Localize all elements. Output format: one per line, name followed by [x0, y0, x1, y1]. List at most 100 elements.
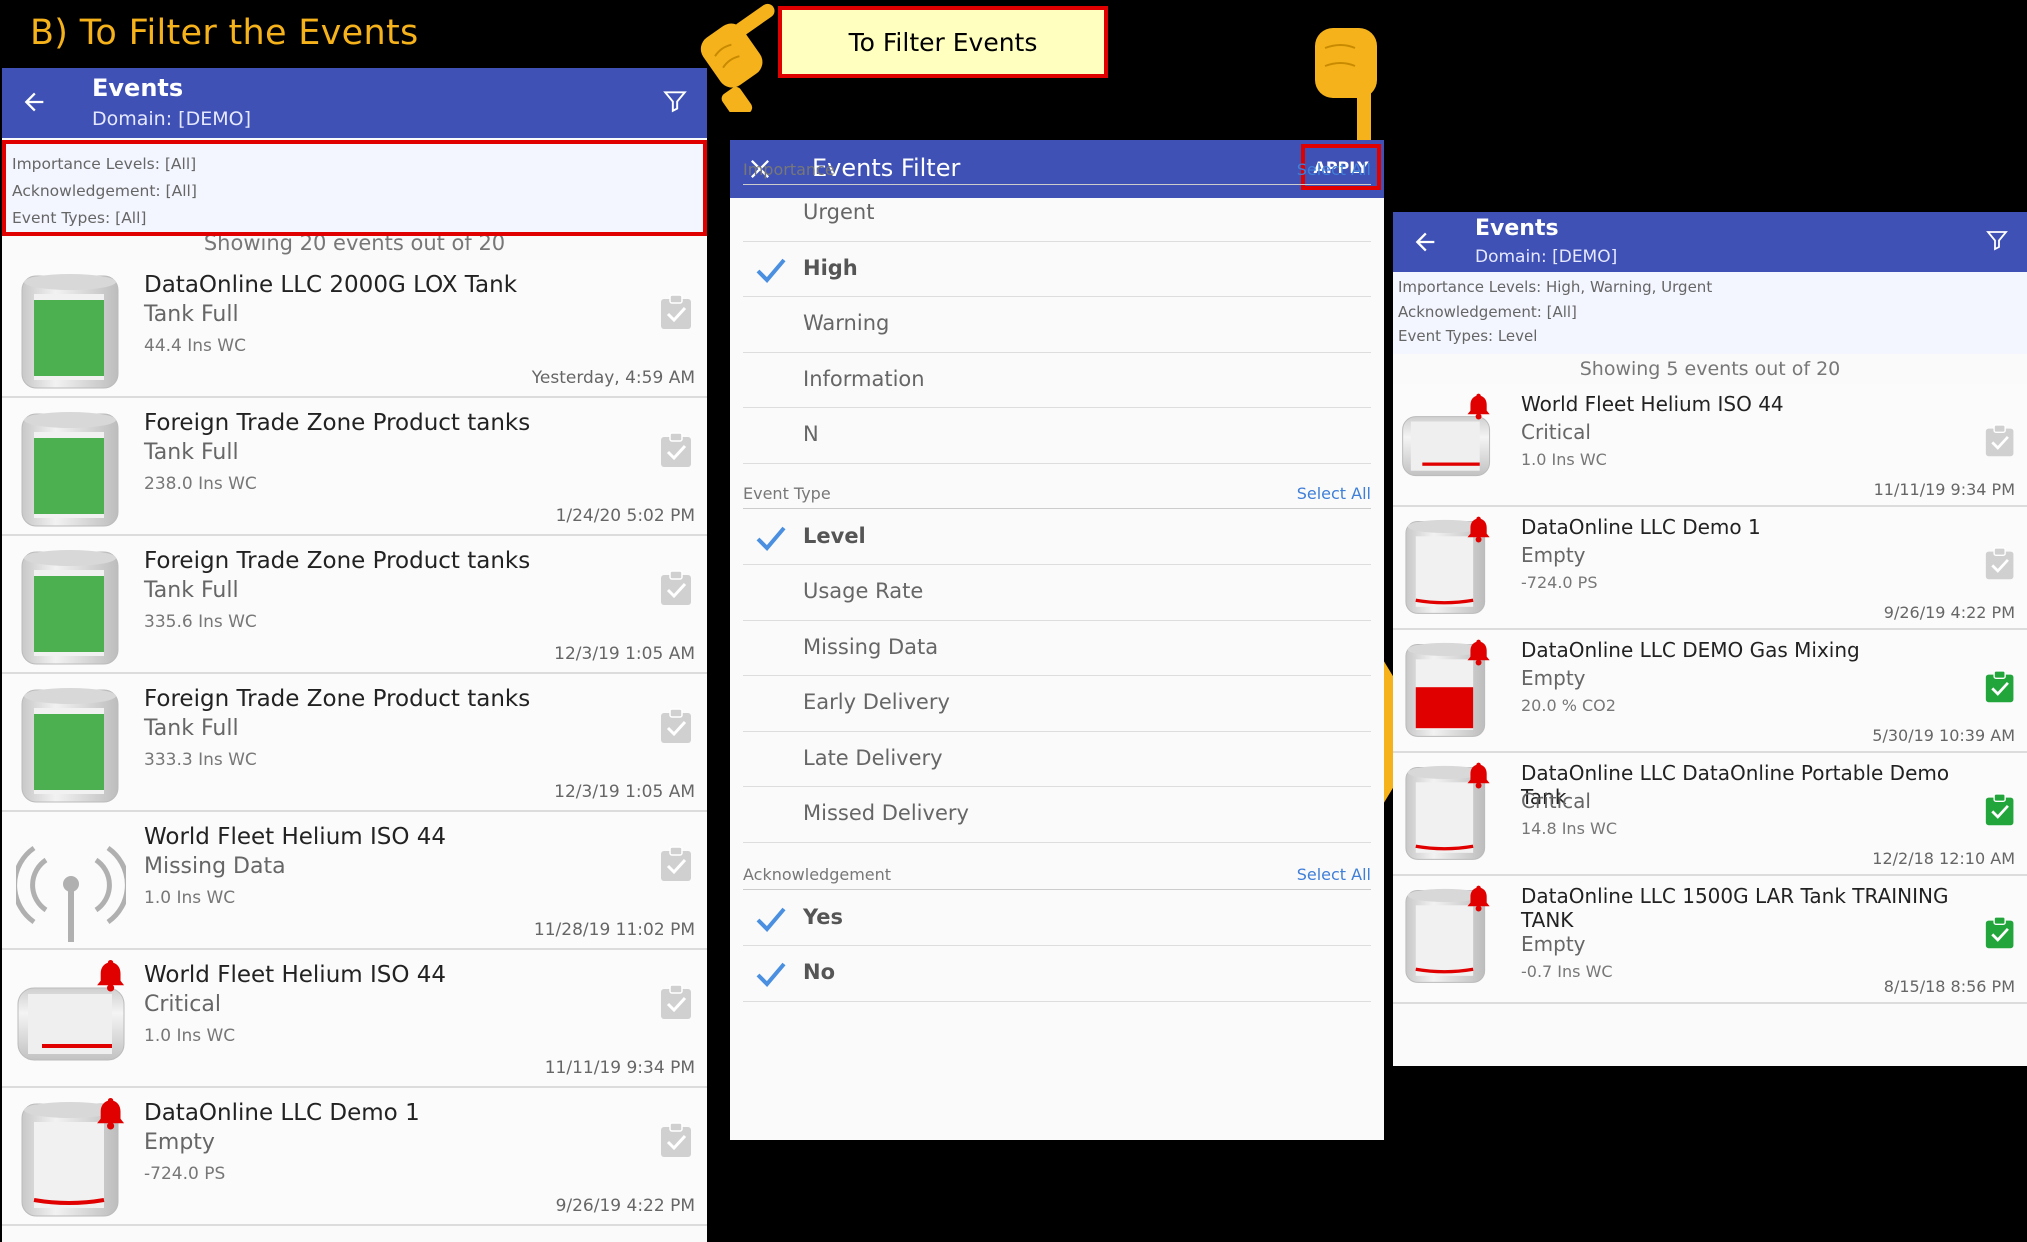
screen-title: Events	[92, 74, 184, 102]
filter-option[interactable]: High	[743, 242, 1371, 297]
acknowledge-icon[interactable]	[1984, 547, 2015, 584]
filter-option[interactable]: Yes	[743, 891, 1371, 946]
event-timestamp: 11/11/19 9:34 PM	[544, 1058, 695, 1078]
filter-option[interactable]: Information	[743, 353, 1371, 408]
acknowledge-icon[interactable]	[1984, 670, 2015, 707]
event-row[interactable]: Foreign Trade Zone Product tanks Tank Ful…	[2, 674, 707, 812]
event-site-name: World Fleet Helium ISO 44	[144, 824, 447, 850]
event-row[interactable]: DataOnline LLC Demo 1 Empty -724.0 PS 9/26/…	[1393, 507, 2027, 630]
filter-summary: Importance Levels: [All] Acknowledgement…	[2, 140, 707, 236]
back-arrow-icon[interactable]	[20, 88, 48, 116]
event-status: Empty	[144, 1130, 215, 1155]
event-timestamp: 11/28/19 11:02 PM	[533, 920, 695, 940]
filter-option-label: Information	[803, 366, 925, 391]
event-row[interactable]: DataOnline LLC Demo 1 Empty -724.0 PS 9/26/…	[2, 1088, 707, 1226]
select-all-link[interactable]: Select All	[1297, 160, 1371, 179]
filter-icon[interactable]	[1985, 228, 2009, 252]
green-tank-icon	[16, 544, 126, 672]
event-reading: 20.0 % CO2	[1521, 696, 1616, 715]
check-icon	[756, 526, 786, 551]
event-site-name: DataOnline LLC DEMO Gas Mixing	[1521, 638, 1860, 662]
acknowledge-icon[interactable]	[659, 984, 693, 1024]
event-timestamp: 12/3/19 1:05 AM	[554, 644, 695, 664]
domain-label: Domain: [DEMO]	[92, 108, 251, 130]
filter-icon[interactable]	[662, 88, 688, 114]
events-filter-dialog: Events Filter APPLY Importance Select All…	[730, 140, 1384, 1140]
filter-option[interactable]: Late Delivery	[743, 732, 1371, 787]
check-icon	[756, 907, 786, 932]
filter-importance-line: Importance Levels: [All]	[12, 155, 197, 173]
event-timestamp: 9/26/19 4:22 PM	[555, 1196, 695, 1216]
tutorial-heading: B) To Filter the Events	[30, 13, 419, 53]
filter-option[interactable]: Level	[743, 510, 1371, 565]
acknowledge-icon[interactable]	[659, 846, 693, 886]
filter-option[interactable]: N	[743, 408, 1371, 464]
event-status: Critical	[1521, 420, 1591, 444]
event-status: Tank Full	[144, 302, 239, 327]
filter-option-label: High	[803, 255, 858, 280]
event-row[interactable]: Foreign Trade Zone Product tanks Tank Ful…	[2, 398, 707, 536]
acknowledge-icon[interactable]	[659, 708, 693, 748]
event-site-name: DataOnline LLC 1500G LAR Tank TRAINING T…	[1521, 884, 1949, 932]
green-tank-icon	[16, 682, 126, 810]
select-all-link[interactable]: Select All	[1297, 865, 1371, 884]
filter-type-line: Event Types: Level	[1398, 327, 1538, 345]
event-row[interactable]: World Fleet Helium ISO 44 Critical 1.0 Ins…	[1393, 384, 2027, 507]
event-timestamp: 11/11/19 9:34 PM	[1873, 480, 2015, 499]
event-status: Empty	[1521, 932, 1586, 956]
events-screen-left: Events Domain: [DEMO] Importance Levels:…	[2, 68, 707, 1242]
select-all-link[interactable]: Select All	[1297, 484, 1371, 503]
filter-option[interactable]: Missing Data	[743, 621, 1371, 676]
event-status: Tank Full	[144, 716, 239, 741]
filter-option[interactable]: Usage Rate	[743, 565, 1371, 621]
event-site-name: World Fleet Helium ISO 44	[144, 962, 447, 988]
filter-option-label: Missed Delivery	[803, 801, 969, 825]
event-row[interactable]: World Fleet Helium ISO 44 Missing Data 1.0…	[2, 812, 707, 950]
acknowledge-icon[interactable]	[659, 570, 693, 610]
filter-ack-line: Acknowledgement: [All]	[12, 182, 197, 200]
event-timestamp: 12/2/18 12:10 AM	[1872, 849, 2015, 868]
event-reading: -724.0 PS	[1521, 573, 1598, 592]
empty-tank-alarm-icon	[1401, 884, 1491, 990]
event-row[interactable]: DataOnline LLC DEMO Gas Mixing Empty 20.0 …	[1393, 630, 2027, 753]
filter-option[interactable]: Urgent	[743, 186, 1371, 242]
event-row[interactable]: DataOnline LLC 1500G LAR Tank TRAINING T…	[1393, 876, 2027, 1004]
filter-option[interactable]: Warning	[743, 297, 1371, 353]
filter-option[interactable]: Missed Delivery	[743, 787, 1371, 843]
event-site-name: DataOnline LLC 2000G LOX Tank	[144, 272, 518, 298]
callout-box: To Filter Events	[778, 6, 1108, 78]
acknowledge-icon[interactable]	[1984, 916, 2015, 953]
red-tank-alarm-icon	[1401, 638, 1491, 744]
filter-option[interactable]: Early Delivery	[743, 676, 1371, 732]
section-label: Acknowledgement	[743, 864, 892, 884]
filter-option-label: Early Delivery	[803, 690, 950, 714]
empty-tank-alarm-icon	[1401, 761, 1491, 867]
acknowledge-icon[interactable]	[659, 432, 693, 472]
app-bar: Events Domain: [DEMO]	[1393, 212, 2027, 272]
event-timestamp: 8/15/18 8:56 PM	[1883, 977, 2015, 996]
acknowledge-icon[interactable]	[1984, 424, 2015, 461]
filter-option-label: Urgent	[803, 200, 875, 224]
event-list: World Fleet Helium ISO 44 Critical 1.0 Ins…	[1393, 384, 2027, 1004]
filter-option-label: Warning	[803, 311, 890, 335]
events-screen-right: Events Domain: [DEMO] Importance Levels:…	[1393, 212, 2027, 1066]
event-status: Tank Full	[144, 578, 239, 603]
event-row[interactable]: DataOnline LLC 2000G LOX Tank Tank Full 44…	[2, 260, 707, 398]
event-row[interactable]: DataOnline LLC DataOnline Portable Demo …	[1393, 753, 2027, 876]
acknowledge-icon[interactable]	[659, 1122, 693, 1162]
filter-option[interactable]: No	[743, 946, 1371, 1002]
acknowledge-icon[interactable]	[659, 294, 693, 334]
acknowledge-icon[interactable]	[1984, 793, 2015, 830]
section-label: Event Type	[743, 483, 831, 503]
event-list: DataOnline LLC 2000G LOX Tank Tank Full 44…	[2, 260, 707, 1226]
event-row[interactable]: Foreign Trade Zone Product tanks Tank Ful…	[2, 536, 707, 674]
section-header-importance: Importance Select All	[743, 160, 1371, 185]
check-icon	[756, 962, 786, 987]
filter-option-label: Level	[803, 523, 866, 548]
event-site-name: Foreign Trade Zone Product tanks	[144, 410, 531, 436]
section-header-acknowledgement: Acknowledgement Select All	[743, 865, 1371, 890]
antenna-icon	[12, 820, 130, 948]
event-row[interactable]: World Fleet Helium ISO 44 Critical 1.0 Ins…	[2, 950, 707, 1088]
back-arrow-icon[interactable]	[1411, 228, 1439, 256]
green-tank-icon	[16, 268, 126, 396]
